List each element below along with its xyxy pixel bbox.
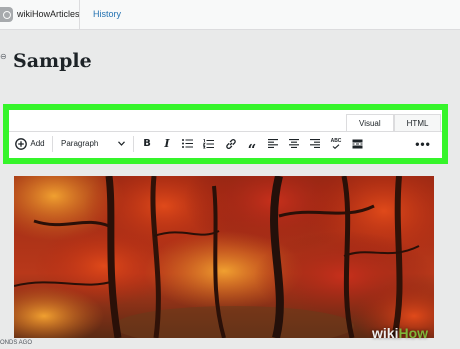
site-icon[interactable] xyxy=(0,7,13,22)
align-right-glyph xyxy=(310,139,320,148)
read-more-icon[interactable] xyxy=(350,132,364,155)
link-glyph xyxy=(226,138,236,149)
link-icon[interactable] xyxy=(224,132,238,155)
align-left-icon[interactable] xyxy=(266,132,280,155)
featured-image[interactable] xyxy=(14,176,434,338)
watermark-how: How xyxy=(398,325,429,341)
post-title[interactable]: Sample xyxy=(13,50,92,72)
block-handle-icon[interactable]: ⊖ xyxy=(0,52,7,61)
editor-mode-tabs: Visual HTML xyxy=(346,114,442,131)
site-name[interactable]: wikiHowArticles xyxy=(17,9,80,19)
wikihow-watermark: wikiHow xyxy=(372,325,428,341)
align-center-icon[interactable] xyxy=(287,132,301,155)
topbar-divider xyxy=(79,0,80,30)
format-select[interactable]: Paragraph xyxy=(57,132,129,155)
watermark-wiki: wiki xyxy=(372,325,399,341)
bold-icon[interactable]: B xyxy=(140,132,154,155)
tab-visual[interactable]: Visual xyxy=(346,114,394,131)
align-left-glyph xyxy=(268,139,278,148)
tab-html[interactable]: HTML xyxy=(393,114,442,131)
add-media-button[interactable]: Add xyxy=(13,132,47,155)
highlighted-toolbar-frame: Visual HTML Add Paragraph B I “ ABC ••• xyxy=(3,104,448,164)
toolbar-separator xyxy=(133,136,134,152)
toolbar-separator xyxy=(52,136,53,152)
more-options-icon[interactable]: ••• xyxy=(415,132,431,155)
blockquote-icon[interactable]: “ xyxy=(245,138,259,161)
numbered-list-glyph xyxy=(202,138,214,148)
top-bar: wikiHowArticles History xyxy=(0,0,460,30)
numbered-list-icon[interactable] xyxy=(201,132,215,155)
formatting-toolbar: Add Paragraph B I “ ABC ••• xyxy=(9,131,442,157)
align-center-glyph xyxy=(289,139,299,148)
italic-icon[interactable]: I xyxy=(160,132,174,155)
last-saved-timestamp: ONDS AGO xyxy=(0,340,33,346)
align-right-icon[interactable] xyxy=(308,132,322,155)
history-link[interactable]: History xyxy=(93,9,121,19)
chevron-down-icon xyxy=(118,141,126,146)
spellcheck-icon[interactable]: ABC xyxy=(329,132,343,155)
read-more-glyph xyxy=(352,139,362,148)
autumn-forest-photo xyxy=(14,176,434,338)
add-label: Add xyxy=(30,139,45,148)
bulleted-list-glyph xyxy=(181,139,193,148)
add-icon xyxy=(15,137,28,150)
bulleted-list-icon[interactable] xyxy=(180,132,194,155)
format-select-value: Paragraph xyxy=(61,139,99,148)
checkmark-icon xyxy=(332,143,340,149)
